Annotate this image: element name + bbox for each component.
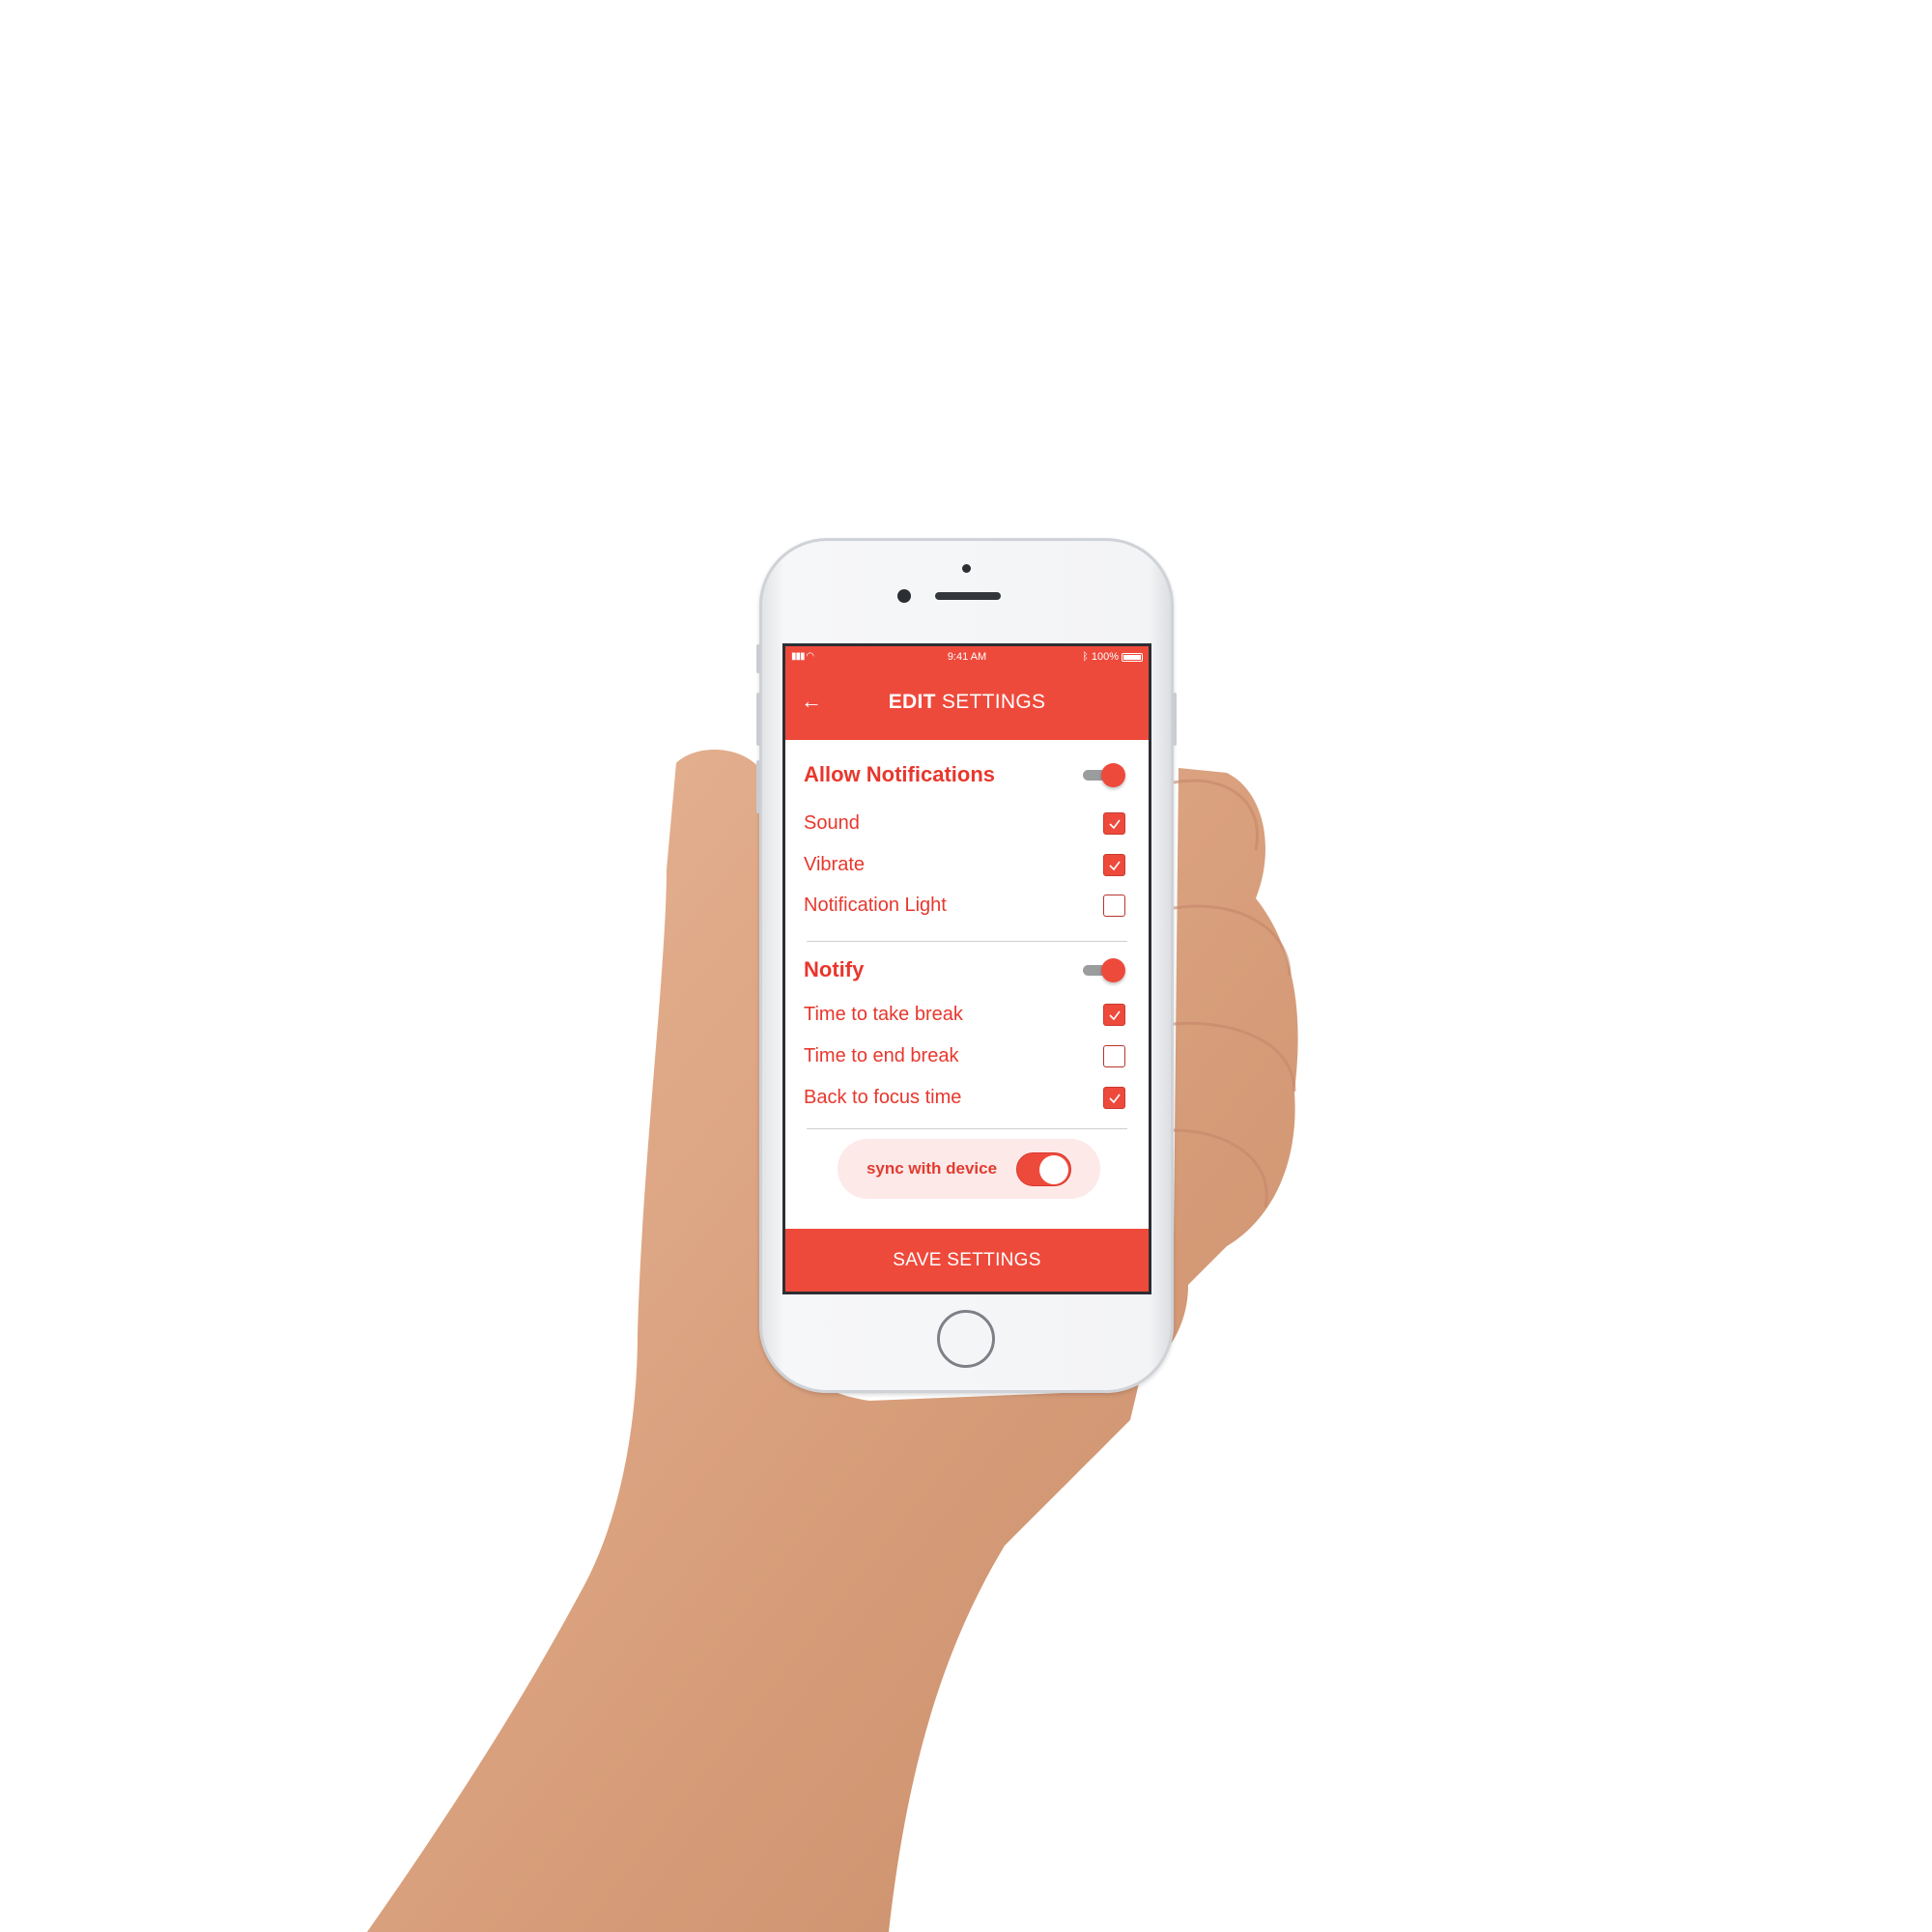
vibrate-label: Vibrate [804,854,866,875]
check-icon [1108,1010,1121,1020]
allow-notifications-label: Allow Notifications [804,762,995,786]
section-divider [807,1128,1127,1129]
phone-screen: ▮▮▮ ◠ 9:41 AM ᛒ 100% ← EDIT SETTINGS All… [782,643,1151,1294]
check-icon [1108,1094,1121,1103]
bluetooth-icon: ᛒ [1082,651,1089,663]
vibrate-checkbox[interactable] [1103,854,1125,876]
sound-checkbox[interactable] [1103,812,1125,835]
list-item: Vibrate [804,854,1125,876]
notify-label: Notify [804,957,865,981]
notification-light-checkbox[interactable] [1103,895,1125,917]
notify-toggle[interactable] [1081,956,1125,983]
title-rest: SETTINGS [935,691,1046,713]
title-bold: EDIT [888,691,936,713]
front-camera [897,589,911,603]
take-break-checkbox[interactable] [1103,1004,1125,1026]
section-divider [807,941,1127,942]
list-item: Time to take break [804,1004,1125,1026]
notify-row: Notify [804,956,1125,983]
power-button [1173,693,1177,746]
focus-time-label: Back to focus time [804,1087,962,1108]
list-item: Notification Light [804,895,1125,917]
end-break-label: Time to end break [804,1045,959,1066]
check-icon [1108,861,1121,870]
list-item: Back to focus time [804,1087,1125,1109]
list-item: Time to end break [804,1045,1125,1067]
sync-with-device-pill: sync with device [838,1139,1100,1199]
earpiece-speaker [935,592,1001,600]
mute-switch [756,644,760,673]
proximity-sensor [962,564,971,573]
allow-notifications-row: Allow Notifications [804,761,1125,788]
battery-percent: 100% [1091,651,1119,663]
end-break-checkbox[interactable] [1103,1045,1125,1067]
save-settings-button[interactable]: SAVE SETTINGS [785,1229,1149,1292]
status-bar: ▮▮▮ ◠ 9:41 AM ᛒ 100% [785,646,1149,668]
focus-time-checkbox[interactable] [1103,1087,1125,1109]
sync-toggle[interactable] [1016,1151,1072,1186]
allow-notifications-toggle[interactable] [1081,761,1125,788]
phone-device: ▮▮▮ ◠ 9:41 AM ᛒ 100% ← EDIT SETTINGS All… [756,538,1177,1393]
volume-down-button [756,760,760,813]
battery-full-icon [1122,652,1143,662]
home-button[interactable] [937,1310,995,1368]
list-item: Sound [804,812,1125,835]
notification-light-label: Notification Light [804,895,947,916]
app-header: ← EDIT SETTINGS [785,668,1149,740]
check-icon [1108,819,1121,829]
volume-up-button [756,693,760,746]
take-break-label: Time to take break [804,1004,963,1025]
page-title: EDIT SETTINGS [785,691,1149,714]
sync-label: sync with device [866,1159,998,1178]
sound-label: Sound [804,812,860,834]
